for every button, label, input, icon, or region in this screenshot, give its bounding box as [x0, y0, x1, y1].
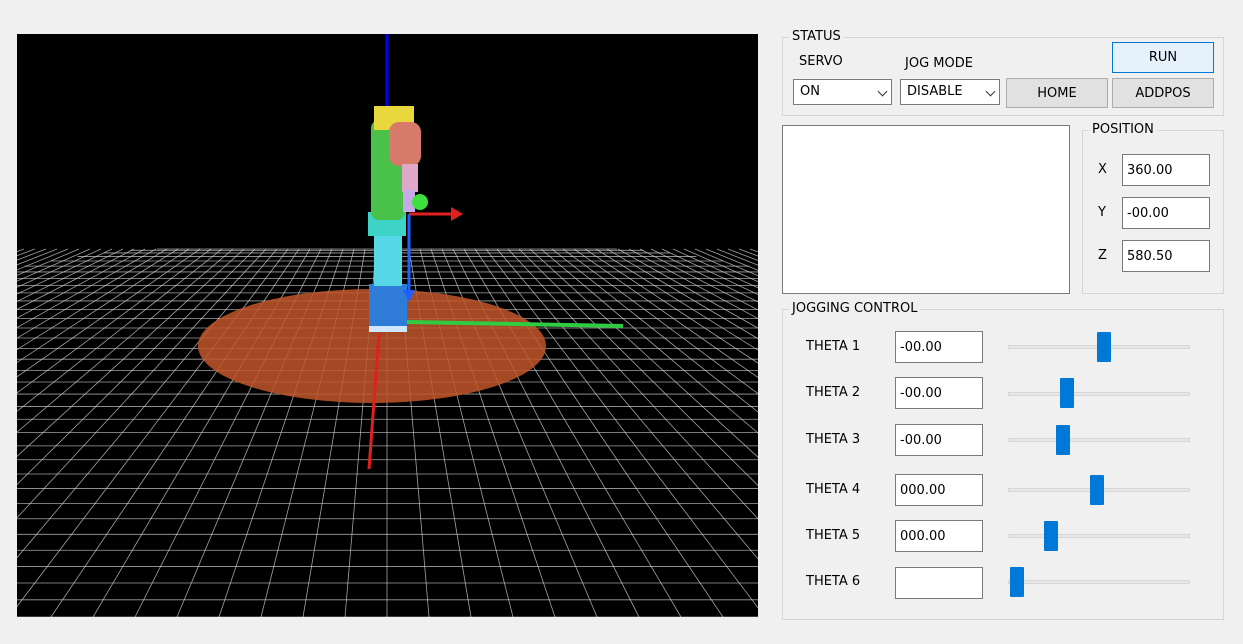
theta-3-label: THETA 3	[806, 432, 861, 447]
home-button[interactable]: HOME	[1006, 78, 1108, 108]
chevron-down-icon	[877, 86, 888, 97]
jog-mode-label: JOG MODE	[905, 56, 973, 71]
robot-3d-viewport[interactable]	[17, 34, 758, 617]
robot-scene	[17, 34, 758, 617]
theta-6-label: THETA 6	[806, 574, 861, 589]
addpos-button[interactable]: ADDPOS	[1112, 78, 1214, 108]
theta-2-label: THETA 2	[806, 385, 861, 400]
theta-5-field[interactable]: 000.00	[895, 520, 983, 552]
status-title: STATUS	[789, 29, 844, 45]
theta-5-label: THETA 5	[806, 528, 861, 543]
theta-6-slider-track[interactable]	[1008, 580, 1190, 584]
theta-6-field[interactable]	[895, 567, 983, 599]
y-position-field[interactable]: -00.00	[1122, 197, 1210, 229]
theta-1-label: THETA 1	[806, 339, 861, 354]
log-textbox[interactable]	[782, 125, 1070, 294]
run-button[interactable]: RUN	[1112, 42, 1214, 73]
jogging-control-title: JOGGING CONTROL	[789, 301, 921, 317]
theta-3-field[interactable]: -00.00	[895, 424, 983, 456]
theta-2-field[interactable]: -00.00	[895, 377, 983, 409]
jog-mode-select[interactable]: DISABLE	[900, 79, 1000, 105]
theta-6-slider-thumb[interactable]	[1010, 567, 1025, 597]
theta-1-slider-thumb[interactable]	[1097, 332, 1112, 362]
theta-1-field[interactable]: -00.00	[895, 331, 983, 363]
theta-3-slider-track[interactable]	[1008, 438, 1190, 442]
theta-4-slider-thumb[interactable]	[1090, 475, 1105, 505]
x-label: X	[1098, 162, 1107, 177]
z-position-field[interactable]: 580.50	[1122, 240, 1210, 272]
jog-mode-select-value: DISABLE	[907, 84, 963, 99]
x-position-field[interactable]: 360.00	[1122, 154, 1210, 186]
y-label: Y	[1098, 205, 1106, 220]
servo-label: SERVO	[799, 54, 843, 69]
theta-5-slider-thumb[interactable]	[1043, 521, 1058, 551]
servo-select-value: ON	[800, 84, 820, 99]
theta-3-slider-thumb[interactable]	[1056, 425, 1071, 455]
z-label: Z	[1098, 248, 1107, 263]
theta-4-field[interactable]: 000.00	[895, 474, 983, 506]
chevron-down-icon	[985, 86, 996, 97]
theta-2-slider-track[interactable]	[1008, 392, 1190, 396]
position-title: POSITION	[1089, 122, 1157, 138]
theta-2-slider-thumb[interactable]	[1059, 378, 1074, 408]
theta-4-label: THETA 4	[806, 482, 861, 497]
theta-5-slider-track[interactable]	[1008, 534, 1190, 538]
servo-select[interactable]: ON	[793, 79, 892, 105]
